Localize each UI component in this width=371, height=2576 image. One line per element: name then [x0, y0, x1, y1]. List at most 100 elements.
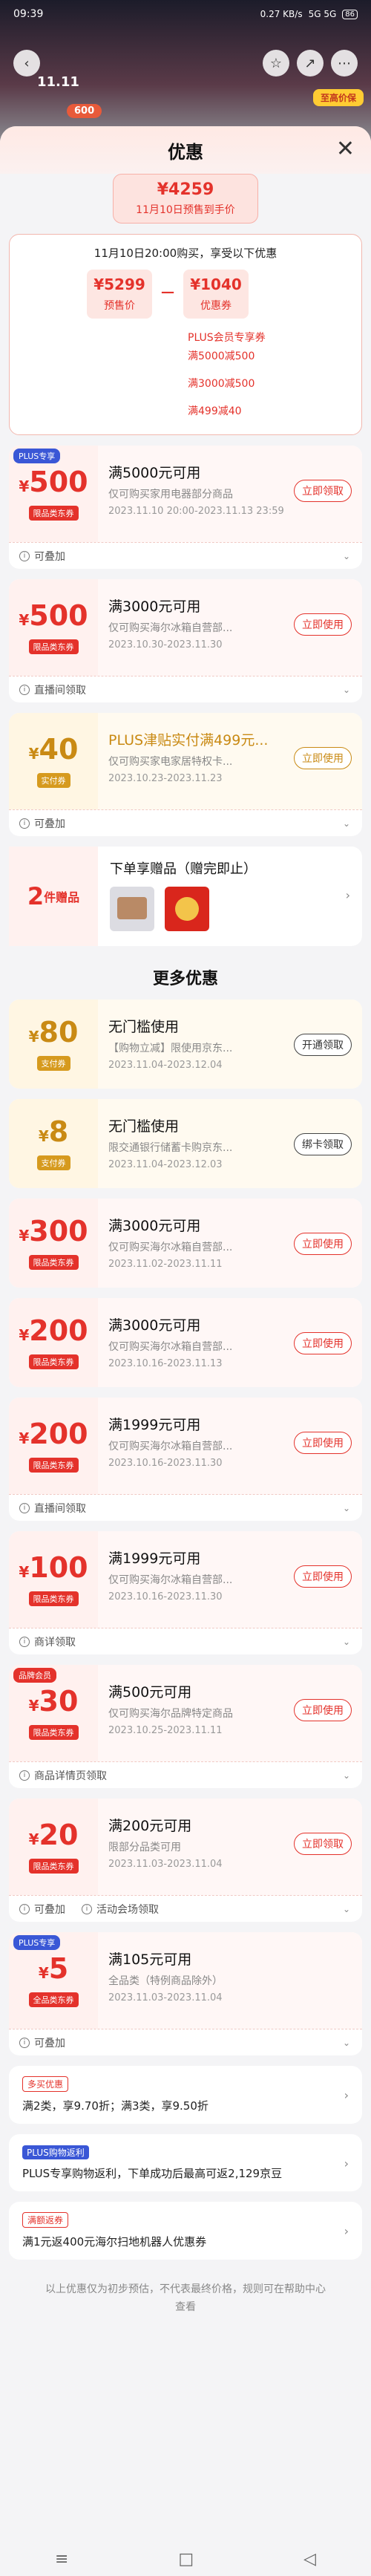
coupon-date: 2023.11.02-2023.11.11: [108, 1259, 223, 1270]
more-button[interactable]: ⋯: [331, 50, 358, 76]
coupon-footer[interactable]: i 可叠加 ⌄: [9, 809, 362, 836]
back-nav-icon[interactable]: ◁: [303, 2550, 316, 2569]
coupon-type: 实付券: [36, 773, 70, 788]
info-icon: i: [82, 1903, 92, 1914]
coupon-amount: ¥5: [38, 1952, 69, 1985]
coupon-title: 满1999元可用: [108, 1417, 201, 1433]
coupon-desc: 仅可购买海尔冰箱自营部...: [108, 1341, 233, 1353]
coupon-footer[interactable]: i 直播间领取 ⌄: [9, 676, 362, 702]
offer-row[interactable]: PLUS购物返利 PLUS专享购物返利，下单成功后最高可返2,129京豆 ›: [9, 2134, 362, 2191]
info-icon: i: [19, 1770, 30, 1781]
breakdown-note: 满5000减500: [188, 350, 255, 362]
coupon-amount-block: ¥300 限品类东券: [9, 1199, 98, 1288]
coupon-action-button[interactable]: 立即领取: [294, 480, 352, 502]
coupon-detail: 满3000元可用 仅可购买海尔冰箱自营部... 2023.10.16-2023.…: [98, 1298, 362, 1387]
coupon-footer[interactable]: i 商品详情页领取 ⌄: [9, 1761, 362, 1788]
coupon-action-button[interactable]: 开通领取: [294, 1034, 352, 1056]
coupon-action-button[interactable]: 立即使用: [294, 1233, 352, 1255]
coupon-date: 2023.11.10 20:00-2023.11.13 23:59: [108, 506, 284, 517]
share-icon: ↗: [304, 55, 316, 71]
coupon-action-button[interactable]: 立即使用: [294, 613, 352, 636]
coupon-footer[interactable]: i 商详领取 ⌄: [9, 1628, 362, 1654]
coupon-card[interactable]: ¥200 限品类东券 满3000元可用 仅可购买海尔冰箱自营部... 2023.…: [9, 1298, 362, 1387]
coupon-action-button[interactable]: 立即使用: [294, 1332, 352, 1354]
info-icon: i: [19, 684, 30, 695]
coupon-action-button[interactable]: 立即使用: [294, 1565, 352, 1588]
chevron-right-icon: ›: [345, 888, 350, 902]
share-button[interactable]: ↗: [297, 50, 324, 76]
coupon-badge: PLUS专享: [13, 449, 61, 463]
coupon-total-value: ¥1040: [190, 275, 242, 293]
coupon-footer-text: 直播间领取: [34, 684, 86, 697]
offer-row[interactable]: 多买优惠 满2类，享9.70折；满3类，享9.50折 ›: [9, 2066, 362, 2124]
coupon-footer[interactable]: i 直播间领取 ⌄: [9, 1494, 362, 1521]
battery-icon: 86: [342, 9, 358, 19]
coupon-footer[interactable]: i 可叠加 ⌄: [9, 542, 362, 569]
coupon-date: 2023.10.16-2023.11.30: [108, 1458, 223, 1469]
presale-box: ¥5299 预售价: [87, 270, 152, 319]
coupon-action-button[interactable]: 立即使用: [294, 1699, 352, 1721]
coupon-card[interactable]: ¥20 限品类东券 满200元可用 限部分品类可用 2023.11.03-202…: [9, 1799, 362, 1922]
chevron-right-icon: ›: [344, 2224, 349, 2238]
coupon-footer[interactable]: i 可叠加 ⌄: [9, 2029, 362, 2055]
status-bar: 09:39 0.27 KB/s 5G 5G 86: [0, 0, 371, 28]
coupon-amount: ¥200: [19, 1314, 88, 1347]
coupon-type: 限品类东券: [28, 1725, 79, 1740]
coupon-detail: 满500元可用 仅可购买海尔品牌特定商品 2023.10.25-2023.11.…: [98, 1665, 362, 1761]
coupon-amount: ¥80: [28, 1016, 79, 1049]
coupon-card[interactable]: ¥100 限品类东券 满1999元可用 仅可购买海尔冰箱自营部... 2023.…: [9, 1531, 362, 1654]
coupon-action-button[interactable]: 立即领取: [294, 1833, 352, 1855]
star-icon: ☆: [269, 55, 283, 71]
coupon-date: 2023.10.25-2023.11.11: [108, 1725, 223, 1736]
chevron-down-icon: ⌄: [342, 1770, 350, 1781]
coupon-detail: 满200元可用 限部分品类可用 2023.11.03-2023.11.04 立即…: [98, 1799, 362, 1895]
coupon-amount-block: ¥100 限品类东券: [9, 1531, 98, 1628]
coupon-desc: 仅可购买海尔冰箱自营部...: [108, 1441, 233, 1452]
gift-image[interactable]: [165, 887, 209, 931]
star-button[interactable]: ☆: [263, 50, 289, 76]
gift-image[interactable]: [110, 887, 154, 931]
menu-icon[interactable]: ≡: [55, 2550, 68, 2569]
coupon-amount-block: 品牌会员 ¥30 限品类东券: [9, 1665, 98, 1761]
close-button[interactable]: ✕: [336, 138, 355, 160]
coupon-amount-block: ¥80 支付券: [9, 1000, 98, 1089]
coupon-footer[interactable]: i 可叠加 i 活动会场领取 ⌄: [9, 1895, 362, 1922]
presale-price-tag: ¥4259 11月10日预售到手价: [113, 174, 258, 224]
coupon-amount-block: ¥200 限品类东券: [9, 1398, 98, 1494]
offer-tag: 多买优惠: [22, 2076, 69, 2092]
home-icon[interactable]: □: [178, 2550, 194, 2569]
coupon-card[interactable]: ¥200 限品类东券 满1999元可用 仅可购买海尔冰箱自营部... 2023.…: [9, 1398, 362, 1521]
coupon-card[interactable]: ¥8 支付券 无门槛使用 限交通银行储蓄卡购京东... 2023.11.04-2…: [9, 1099, 362, 1188]
coupon-type: 限品类东券: [28, 1255, 79, 1270]
more-icon: ⋯: [338, 55, 351, 71]
coupon-type: 支付券: [36, 1056, 70, 1071]
coupon-action-button[interactable]: 绑卡领取: [294, 1133, 352, 1155]
coupon-action-button[interactable]: 立即使用: [294, 1432, 352, 1454]
coupon-card[interactable]: PLUS专享 ¥5 全品类东券 满105元可用 全品类（特例商品除外） 2023…: [9, 1932, 362, 2055]
coupon-action-button[interactable]: 立即使用: [294, 747, 352, 769]
gift-card[interactable]: 2 件赠品 下单享赠品（赠完即止） ›: [9, 847, 362, 946]
chevron-down-icon: ⌄: [342, 550, 350, 561]
coupon-badge: 品牌会员: [13, 1668, 56, 1683]
coupon-title: 满3000元可用: [108, 1317, 201, 1334]
coupon-desc: 【购物立减】限使用京东...: [108, 1043, 233, 1054]
presale-value: ¥5299: [93, 275, 145, 293]
promo-pill: 600: [67, 104, 102, 118]
coupon-date: 2023.11.04-2023.12.03: [108, 1159, 223, 1170]
coupon-title: 满500元可用: [108, 1684, 192, 1701]
coupon-card[interactable]: ¥40 实付券 PLUS津贴实付满499元... 仅可购买家电家居特权卡... …: [9, 713, 362, 836]
coupon-detail: 满3000元可用 仅可购买海尔冰箱自营部... 2023.11.02-2023.…: [98, 1199, 362, 1288]
coupon-desc: 限交通银行储蓄卡购京东...: [108, 1142, 233, 1154]
coupon-detail: 满5000元可用 仅可购买家用电器部分商品 2023.11.10 20:00-2…: [98, 446, 362, 542]
coupon-detail: 满1999元可用 仅可购买海尔冰箱自营部... 2023.10.16-2023.…: [98, 1398, 362, 1494]
coupon-card[interactable]: 品牌会员 ¥30 限品类东券 满500元可用 仅可购买海尔品牌特定商品 2023…: [9, 1665, 362, 1788]
coupon-card[interactable]: ¥80 支付券 无门槛使用 【购物立减】限使用京东... 2023.11.04-…: [9, 1000, 362, 1089]
coupon-card[interactable]: ¥500 限品类东券 满3000元可用 仅可购买海尔冰箱自营部... 2023.…: [9, 579, 362, 702]
back-button[interactable]: ‹: [13, 50, 40, 76]
signal-icon: 5G 5G: [308, 9, 337, 19]
coupon-type: 限品类东券: [28, 1458, 79, 1473]
offer-row[interactable]: 满额返券 满1元返400元海尔扫地机器人优惠券 ›: [9, 2202, 362, 2260]
info-icon: i: [19, 2037, 30, 2048]
coupon-card[interactable]: PLUS专享 ¥500 限品类东券 满5000元可用 仅可购买家用电器部分商品 …: [9, 446, 362, 569]
coupon-card[interactable]: ¥300 限品类东券 满3000元可用 仅可购买海尔冰箱自营部... 2023.…: [9, 1199, 362, 1288]
